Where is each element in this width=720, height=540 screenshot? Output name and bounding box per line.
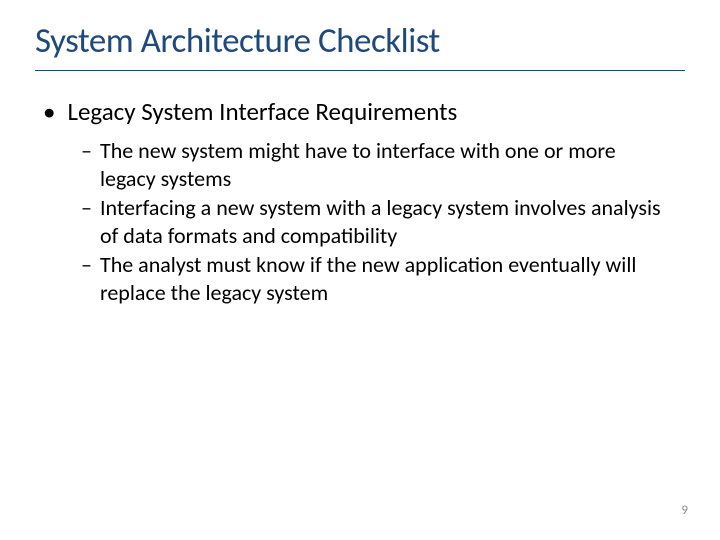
bullet-marker: •	[43, 97, 55, 127]
sub-item: – Interfacing a new system with a legacy…	[81, 194, 685, 249]
dash-marker: –	[81, 251, 92, 279]
sub-text: The new system might have to interface w…	[100, 137, 670, 192]
sub-item: – The new system might have to interface…	[81, 137, 685, 192]
sub-text: Interfacing a new system with a legacy s…	[100, 194, 670, 249]
slide-title: System Architecture Checklist	[35, 20, 685, 62]
page-number: 9	[681, 503, 688, 518]
sub-text: The analyst must know if the new applica…	[100, 251, 670, 306]
dash-marker: –	[81, 194, 92, 222]
dash-marker: –	[81, 137, 92, 165]
title-underline	[35, 70, 685, 71]
sub-item: – The analyst must know if the new appli…	[81, 251, 685, 306]
bullet-item: • Legacy System Interface Requirements	[43, 97, 685, 127]
bullet-text: Legacy System Interface Requirements	[67, 97, 457, 127]
